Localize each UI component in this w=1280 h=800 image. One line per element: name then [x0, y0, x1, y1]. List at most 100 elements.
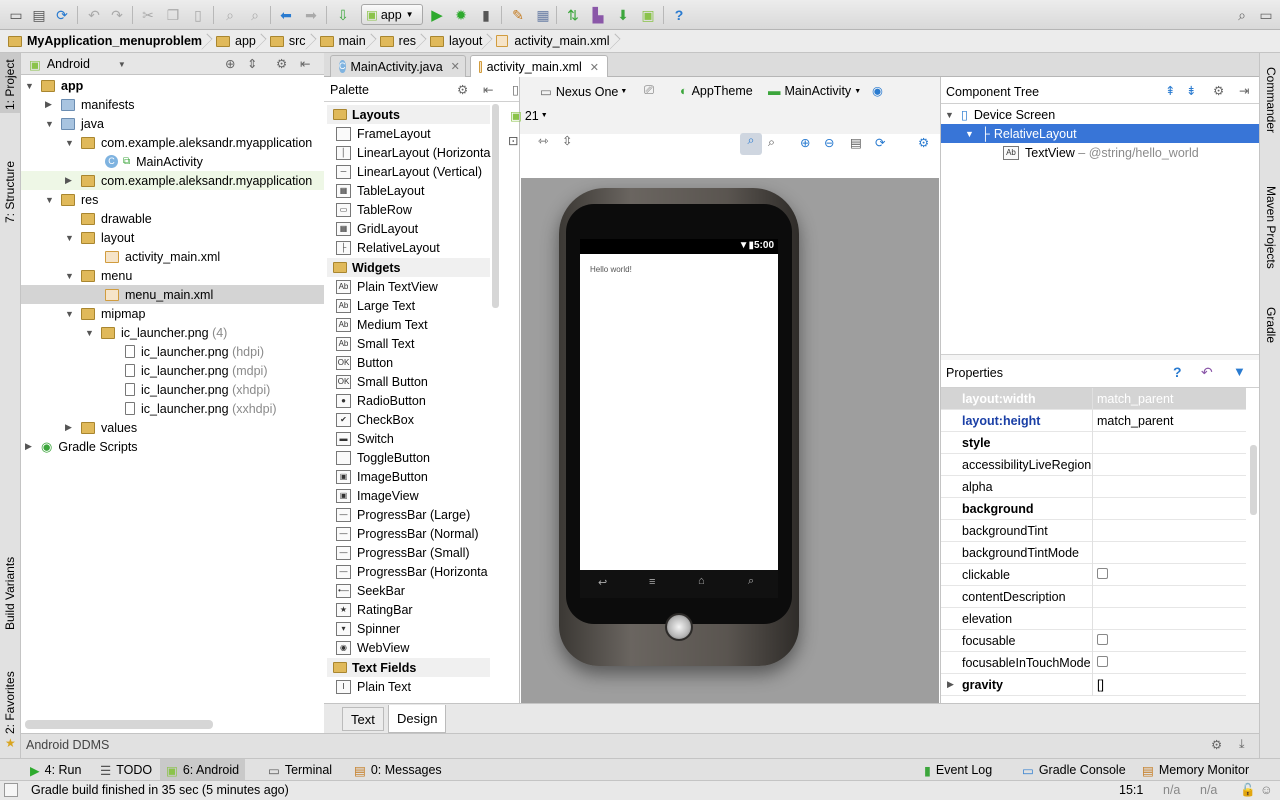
preview-icon[interactable]: ▤ — [850, 135, 862, 150]
activity-select[interactable]: ▬ MainActivity ▼ — [768, 84, 861, 98]
tab-maven-projects[interactable]: Maven Projects — [1264, 186, 1278, 269]
new-file-icon[interactable]: ▯ — [512, 82, 519, 97]
copy-icon[interactable]: ❐ — [163, 5, 183, 25]
palette-item-tablerow[interactable]: ▭ TableRow — [336, 200, 412, 219]
property-row[interactable]: backgroundTintMode — [941, 541, 1246, 564]
hide-panel-icon[interactable]: ⤓ — [1239, 737, 1245, 752]
palette-item[interactable]: — ProgressBar (Small) — [336, 543, 470, 562]
tree-item-gradle-scripts[interactable]: ▶ ◉ Gradle Scripts — [25, 437, 138, 456]
collapse-all-icon[interactable]: ⇕ — [247, 56, 257, 71]
tool-messages[interactable]: ▤ 0: Messages — [348, 759, 448, 781]
tree-item-png[interactable]: ic_launcher.png (mdpi) — [125, 361, 267, 380]
palette-scrollbar[interactable] — [492, 104, 499, 308]
hide-panel-icon[interactable]: ⇥ — [1239, 83, 1249, 98]
tree-item-textview[interactable]: Ab TextView – @string/hello_world — [1003, 143, 1199, 162]
palette-item[interactable]: ▣ ImageButton — [336, 467, 428, 486]
tree-item-mipmap[interactable]: ▼ mipmap — [65, 304, 145, 323]
tool-gradle-console[interactable]: ▭ Gradle Console — [1016, 759, 1132, 781]
resize-vertical-icon[interactable]: ⇳ — [562, 133, 572, 148]
zoom-fit-icon[interactable]: ⊡ — [508, 133, 518, 148]
property-row[interactable]: clickable — [941, 563, 1246, 586]
tab-design[interactable]: Design — [388, 705, 447, 733]
horizontal-scrollbar[interactable] — [25, 720, 213, 729]
hide-panel-icon[interactable]: ⇤ — [483, 82, 493, 97]
redo-icon[interactable]: ↷ — [107, 5, 127, 25]
breadcrumb-item[interactable]: res — [372, 30, 422, 53]
find-icon[interactable]: ⌕ — [220, 5, 240, 25]
tree-item-relativelayout[interactable]: ▼ ├ RelativeLayout — [941, 124, 1259, 143]
tree-item-png[interactable]: ic_launcher.png (xhdpi) — [125, 380, 270, 399]
property-row[interactable]: alpha — [941, 475, 1246, 498]
property-value[interactable]: match_parent — [1093, 414, 1173, 428]
collapsed-arrow-icon[interactable]: ▶ — [947, 679, 954, 690]
property-row[interactable]: focusableInTouchMode — [941, 651, 1246, 674]
open-icon[interactable]: ▭ — [6, 5, 26, 25]
tool-todo[interactable]: ☰ TODO — [94, 759, 158, 781]
palette-item-relativelayout[interactable]: ├ RelativeLayout — [336, 238, 440, 257]
palette-item[interactable]: ▣ ImageView — [336, 486, 419, 505]
make-icon[interactable]: ⇩ — [333, 5, 353, 25]
property-row[interactable]: background — [941, 497, 1246, 520]
collapse-all-icon[interactable]: ⇟ — [1186, 83, 1196, 98]
cut-icon[interactable]: ✂ — [138, 5, 158, 25]
resize-horizontal-icon[interactable]: ⇿ — [538, 133, 548, 148]
palette-item[interactable]: ▬ Switch — [336, 429, 394, 448]
project-view-select[interactable]: ▣ Android ▼ — [29, 55, 129, 73]
actual-size-icon[interactable]: ⌕ — [768, 135, 775, 150]
tree-item-package[interactable]: ▼ com.example.aleksandr.myapplication — [65, 133, 312, 152]
property-row[interactable]: style — [941, 431, 1246, 454]
tree-item-values[interactable]: ▶ values — [65, 418, 137, 437]
inspector-icon[interactable]: ☺ — [1260, 783, 1273, 797]
ddms-icon[interactable]: ⬇ — [613, 5, 633, 25]
property-row[interactable]: ▶ gravity [] — [941, 673, 1246, 696]
tab-favorites[interactable]: 2: Favorites — [3, 671, 17, 734]
property-value[interactable] — [1093, 655, 1108, 670]
gear-icon[interactable]: ⚙ — [276, 56, 287, 71]
breadcrumb-item[interactable]: MyApplication_menuproblem — [0, 30, 208, 53]
tool-android[interactable]: ▣ 6: Android — [160, 759, 246, 781]
tree-item-drawable[interactable]: drawable — [81, 209, 152, 228]
palette-item-framelayout[interactable]: FrameLayout — [336, 124, 431, 143]
undo-icon[interactable]: ↶ — [84, 5, 104, 25]
tree-item-layout[interactable]: ▼ layout — [65, 228, 134, 247]
property-value[interactable]: match_parent — [1093, 392, 1173, 406]
tab-mainactivity-java[interactable]: C MainActivity.java ✕ — [330, 55, 466, 77]
back-icon[interactable]: ⬅ — [276, 5, 296, 25]
properties-scrollbar[interactable] — [1250, 445, 1257, 515]
tab-text[interactable]: Text — [342, 707, 384, 731]
tab-structure[interactable]: 7: Structure — [3, 161, 17, 223]
breadcrumb-item[interactable]: layout — [422, 30, 488, 53]
zoom-out-icon[interactable]: ⊖ — [824, 135, 834, 150]
tool-memory-monitor[interactable]: ▤ Memory Monitor — [1136, 759, 1255, 781]
breadcrumb-item[interactable]: src — [262, 30, 312, 53]
palette-item[interactable]: ✔ CheckBox — [336, 410, 414, 429]
palette-item-gridlayout[interactable]: ▦ GridLayout — [336, 219, 418, 238]
gear-icon[interactable]: ⚙ — [1211, 737, 1222, 752]
palette-item[interactable]: ● RadioButton — [336, 391, 426, 410]
avd-manager-icon[interactable]: ▙ — [588, 5, 608, 25]
property-row[interactable]: accessibilityLiveRegion — [941, 453, 1246, 476]
tool-windows-toggle-icon[interactable] — [4, 783, 18, 797]
tool-event-log[interactable]: ▮ Event Log — [918, 759, 998, 781]
api-level-select[interactable]: ▣ 21 ▼ — [510, 108, 548, 124]
tab-project[interactable]: 1: Project — [3, 59, 17, 110]
tab-gradle[interactable]: Gradle — [1264, 307, 1278, 343]
device-select[interactable]: ▭ Nexus One ▼ — [540, 84, 627, 100]
help-icon[interactable]: ? — [1173, 364, 1182, 380]
tree-item-png[interactable]: ic_launcher.png (hdpi) — [125, 342, 264, 361]
palette-category-widgets[interactable]: Widgets — [327, 258, 490, 277]
palette-item[interactable]: Ab Small Text — [336, 334, 414, 353]
palette-item[interactable]: ◉ WebView — [336, 638, 409, 657]
palette-item[interactable]: ToggleButton — [336, 448, 430, 467]
breadcrumb-item[interactable]: main — [312, 30, 372, 53]
close-icon[interactable]: ✕ — [451, 60, 460, 73]
filter-icon[interactable]: ▼ — [1233, 364, 1246, 379]
tab-activity-main-xml[interactable]: activity_main.xml ✕ — [470, 55, 608, 78]
zoom-in-icon[interactable]: ⊕ — [800, 135, 810, 150]
restore-default-icon[interactable]: ↶ — [1201, 364, 1213, 381]
tree-item-res[interactable]: ▼ res — [45, 190, 98, 209]
breadcrumb-item[interactable]: activity_main.xml — [488, 30, 615, 53]
ddms-title[interactable]: Android DDMS — [26, 738, 109, 752]
paste-icon[interactable]: ▯ — [188, 5, 208, 25]
property-value[interactable] — [1093, 567, 1108, 582]
